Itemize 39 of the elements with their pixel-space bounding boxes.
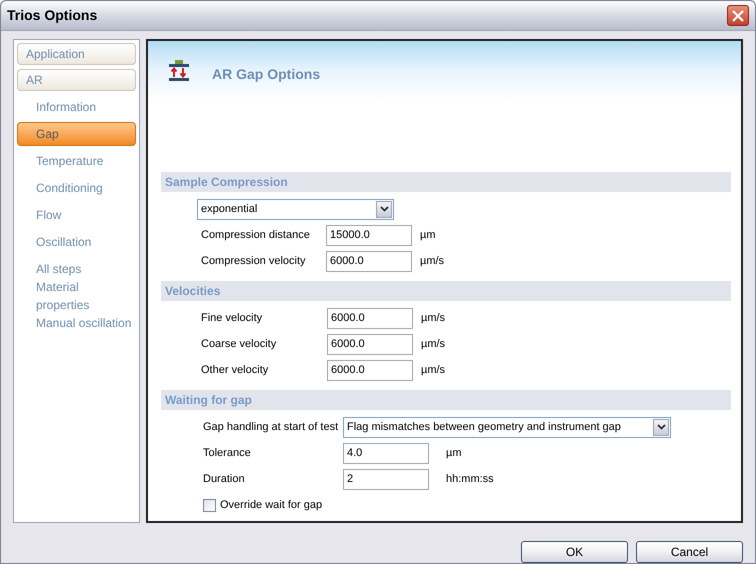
chevron-down-icon xyxy=(653,418,669,436)
unit-label: µm/s xyxy=(421,362,446,378)
page-title: AR Gap Options xyxy=(212,64,320,84)
section-header: Sample Compression xyxy=(161,172,731,192)
checkbox-label: Override wait for gap xyxy=(220,498,322,513)
field-label: Compression distance xyxy=(201,228,311,243)
unit-label: µm xyxy=(420,228,436,243)
input-field[interactable]: 4.0 xyxy=(343,442,429,464)
field-label: Tolerance xyxy=(203,446,252,461)
input-field[interactable]: 6000.0 xyxy=(327,308,413,328)
chevron-down-icon xyxy=(376,200,392,218)
unit-label: µm/s xyxy=(420,254,444,269)
input-field[interactable]: 6000.0 xyxy=(326,250,412,272)
field-label: Compression velocity xyxy=(201,254,307,269)
field-label: Gap handling at start of test xyxy=(203,420,340,435)
close-button[interactable] xyxy=(727,5,749,26)
unit-label: µm xyxy=(446,446,462,461)
field-label: Duration xyxy=(203,472,246,487)
dialog-button[interactable]: Cancel xyxy=(636,541,743,563)
dialog-button[interactable]: OK xyxy=(521,541,628,563)
input-field[interactable]: 6000.0 xyxy=(327,334,413,354)
unit-label: µm/s xyxy=(421,336,446,352)
unit-label: µm/s xyxy=(421,310,446,326)
window-title: Trios Options xyxy=(7,6,98,25)
nav-item[interactable]: Gap xyxy=(17,122,136,146)
field-label: Other velocity xyxy=(201,362,270,378)
unit-label: hh:mm:ss xyxy=(446,472,494,487)
checkbox[interactable] xyxy=(203,498,216,512)
close-icon xyxy=(732,10,744,22)
section-header: Velocities xyxy=(161,281,731,301)
dropdown[interactable]: exponential xyxy=(197,198,394,220)
gap-tool-icon xyxy=(166,58,192,84)
input-field[interactable]: 15000.0 xyxy=(326,224,412,246)
section-header: Waiting for gap xyxy=(161,390,731,410)
field-label: Fine velocity xyxy=(201,310,264,326)
field-label: Coarse velocity xyxy=(201,336,278,352)
input-field[interactable]: 6000.0 xyxy=(327,360,413,380)
input-field[interactable]: 2 xyxy=(343,468,429,490)
dropdown[interactable]: Flag mismatches between geometry and instrument gap xyxy=(343,416,671,438)
